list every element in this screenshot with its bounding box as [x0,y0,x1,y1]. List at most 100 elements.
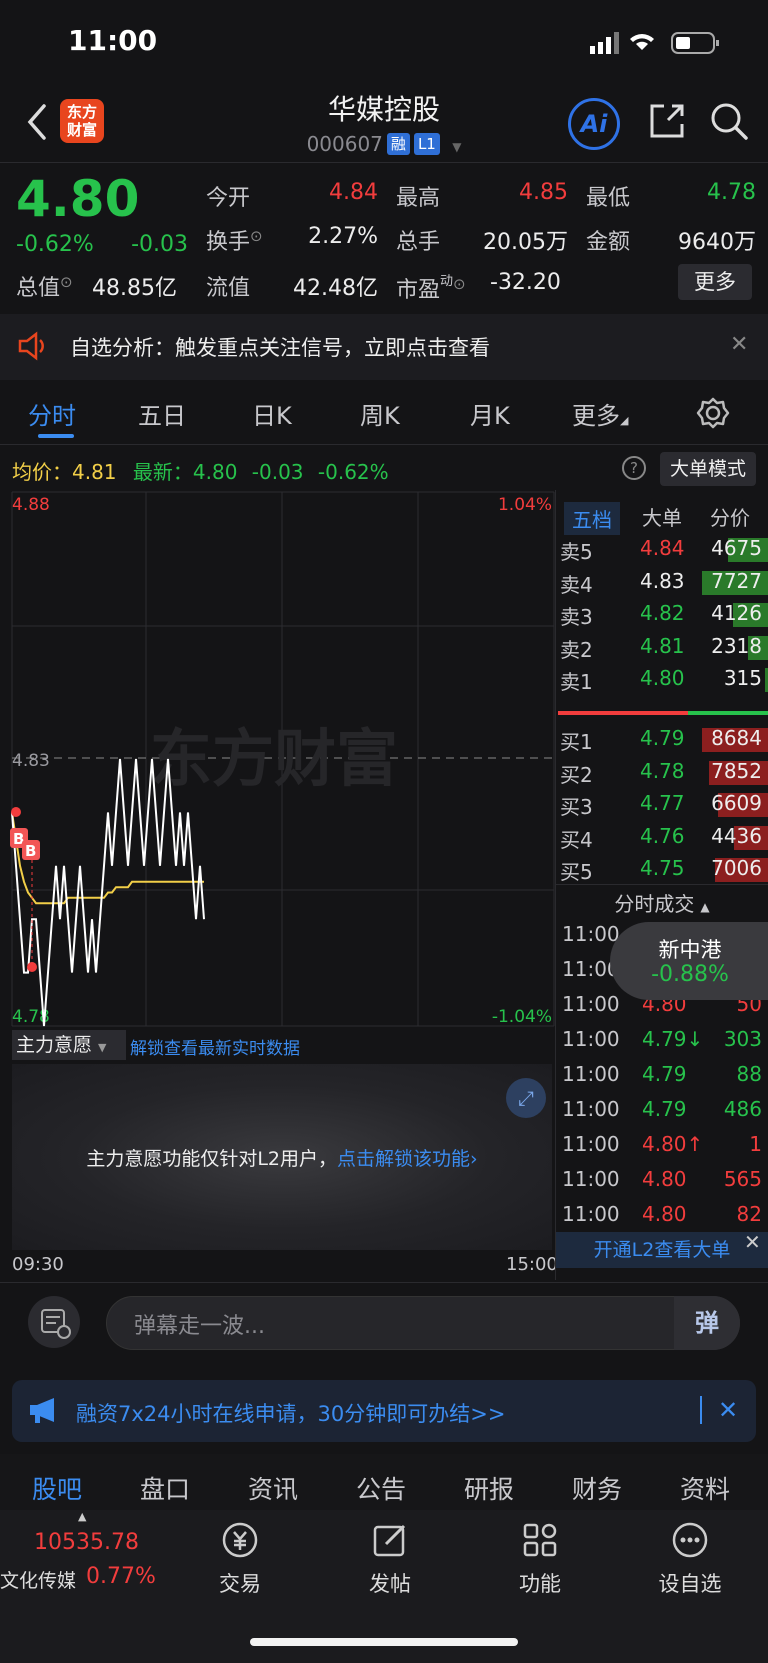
tab-more[interactable]: 更多◢ [572,396,628,431]
ask-row[interactable]: 卖3 4.82 4126 [556,599,768,631]
level-volume: 4126 [711,601,762,625]
tab-news[interactable]: 资讯 [248,1470,298,1506]
mode-select[interactable]: 主力意愿 ▼ [12,1030,126,1060]
danmu-send-button[interactable]: 弹 [674,1296,740,1350]
trade-row: 11:00 4.79 486 [556,1095,768,1129]
close-icon[interactable]: ✕ [730,332,748,357]
level-price: 4.79 [640,726,685,750]
expand-up-icon[interactable]: ▲ [78,1510,86,1523]
stock-code: 000607 [306,132,383,156]
more-button[interactable]: 更多 [678,264,752,300]
unlock-link[interactable]: 解锁查看最新实时数据 [130,1034,300,1059]
amount-value: 9640万 [678,230,756,255]
level-volume: 4675 [711,536,762,560]
trade-volume: 303 [723,1027,762,1051]
tab-announcements[interactable]: 公告 [356,1470,406,1506]
info-icon: ⊙ [60,273,73,291]
trades-title[interactable]: 分时成交 ▲ [556,888,768,917]
level-label: 卖2 [560,637,593,662]
l2-message[interactable]: 主力意愿功能仅针对L2用户，点击解锁该功能› [12,1144,552,1171]
tab-research[interactable]: 研报 [464,1470,514,1506]
trade-price: 4.79↓ [642,1027,704,1051]
bid-row[interactable]: 买1 4.79 8684 [556,724,768,756]
sector-pct[interactable]: 0.77% [86,1564,156,1589]
tab-monthly-k[interactable]: 月K [470,396,510,431]
nav-trade[interactable]: 交易 [190,1520,290,1598]
trade-price: 4.80↑ [642,1132,704,1156]
expand-icon[interactable]: ⤢ [506,1078,546,1118]
close-icon[interactable]: ✕ [744,1230,761,1254]
close-icon[interactable]: ✕ [718,1396,738,1424]
tab-price-volume[interactable]: 分价 [710,502,750,531]
pct-axis-top: 1.04% [498,495,552,515]
float-label: 流值 [206,276,251,301]
trades-divider [556,884,768,885]
tab-profile[interactable]: 资料 [680,1470,730,1506]
bid-row[interactable]: 买3 4.77 6609 [556,789,768,821]
level-price: 4.82 [640,601,685,625]
trade-point [11,807,21,817]
trade-time: 11:00 [562,992,620,1016]
pe-label[interactable]: 市盈动⊙ [396,270,466,304]
bid-row[interactable]: 买2 4.78 7852 [556,757,768,789]
ask-row[interactable]: 卖1 4.80 315 [556,664,768,696]
status-time: 11:00 [68,24,158,57]
level-volume: 315 [723,666,762,690]
ask-row[interactable]: 卖4 4.83 7727 [556,567,768,599]
tab-indicator [38,434,74,438]
high-value: 4.85 [519,180,568,205]
time-axis-end: 15:00 [506,1254,558,1275]
danmu-toggle-icon[interactable] [28,1296,80,1348]
intraday-chart[interactable]: 东方财富 4.88 4.83 4.78 1.04% -1.04% B B [0,490,556,1030]
sector-index-value[interactable]: 10535.78 [34,1530,139,1555]
trade-price: 4.80 [642,1167,687,1191]
tab-5day[interactable]: 五日 [138,396,186,431]
speaker-icon [18,331,44,361]
tab-daily-k[interactable]: 日K [252,396,292,431]
bid-row[interactable]: 买4 4.76 4436 [556,822,768,854]
trade-icon [222,1522,258,1558]
mktcap-label[interactable]: 总值⊙ [16,270,73,302]
tab-pankou[interactable]: 盘口 [140,1470,190,1506]
ask-row[interactable]: 卖2 4.81 2318 [556,632,768,664]
share-icon[interactable] [646,100,688,142]
bid-row[interactable]: 买5 4.75 7006 [556,854,768,886]
nav-post[interactable]: 发帖 [340,1520,440,1598]
level-volume: 7727 [711,568,762,593]
tab-weekly-k[interactable]: 周K [360,396,400,431]
tab-big-order[interactable]: 大单 [642,502,682,531]
promo-separator [700,1396,702,1424]
tab-five-level[interactable]: 五档 [564,502,620,535]
mktcap-value: 48.85亿 [92,276,177,301]
level-tag: L1 [413,133,440,155]
time-axis-start: 09:30 [12,1254,64,1275]
trade-price: 4.79 [642,1097,687,1121]
trade-time: 11:00 [562,1097,620,1121]
level-volume: 6609 [711,791,762,815]
change-value: -0.03 [131,232,188,257]
ai-button[interactable]: Ai [568,98,620,150]
tab-finance[interactable]: 财务 [572,1470,622,1506]
more-dots-icon [672,1522,708,1558]
y-axis-prev-close: 4.83 [12,751,50,771]
level-price: 4.77 [640,791,685,815]
tab-intraday[interactable]: 分时 [28,396,76,431]
header-divider [0,162,768,163]
nav-add-watchlist[interactable]: 设自选 [640,1520,740,1598]
nav-functions[interactable]: 功能 [490,1520,590,1598]
turnover-label[interactable]: 换手⊙ [206,224,263,256]
tab-guba[interactable]: 股吧 [32,1470,82,1506]
settings-icon[interactable] [696,396,730,430]
open-l2-button[interactable]: 开通L2查看大单 [556,1232,768,1268]
ask-row[interactable]: 卖5 4.84 4675 [556,534,768,566]
search-icon[interactable] [708,100,750,142]
turnover-value: 2.27% [308,224,378,249]
trade-volume: 1 [749,1132,762,1156]
info-icon: ⊙ [453,275,466,293]
trade-volume: 82 [736,1202,762,1226]
help-icon[interactable]: ? [622,456,646,480]
big-order-mode-button[interactable]: 大单模式 [660,452,756,486]
trade-row: 11:00 4.79↓ 303 [556,1025,768,1059]
level-volume: 8684 [711,726,762,750]
sector-name[interactable]: 文化传媒 [0,1566,76,1593]
